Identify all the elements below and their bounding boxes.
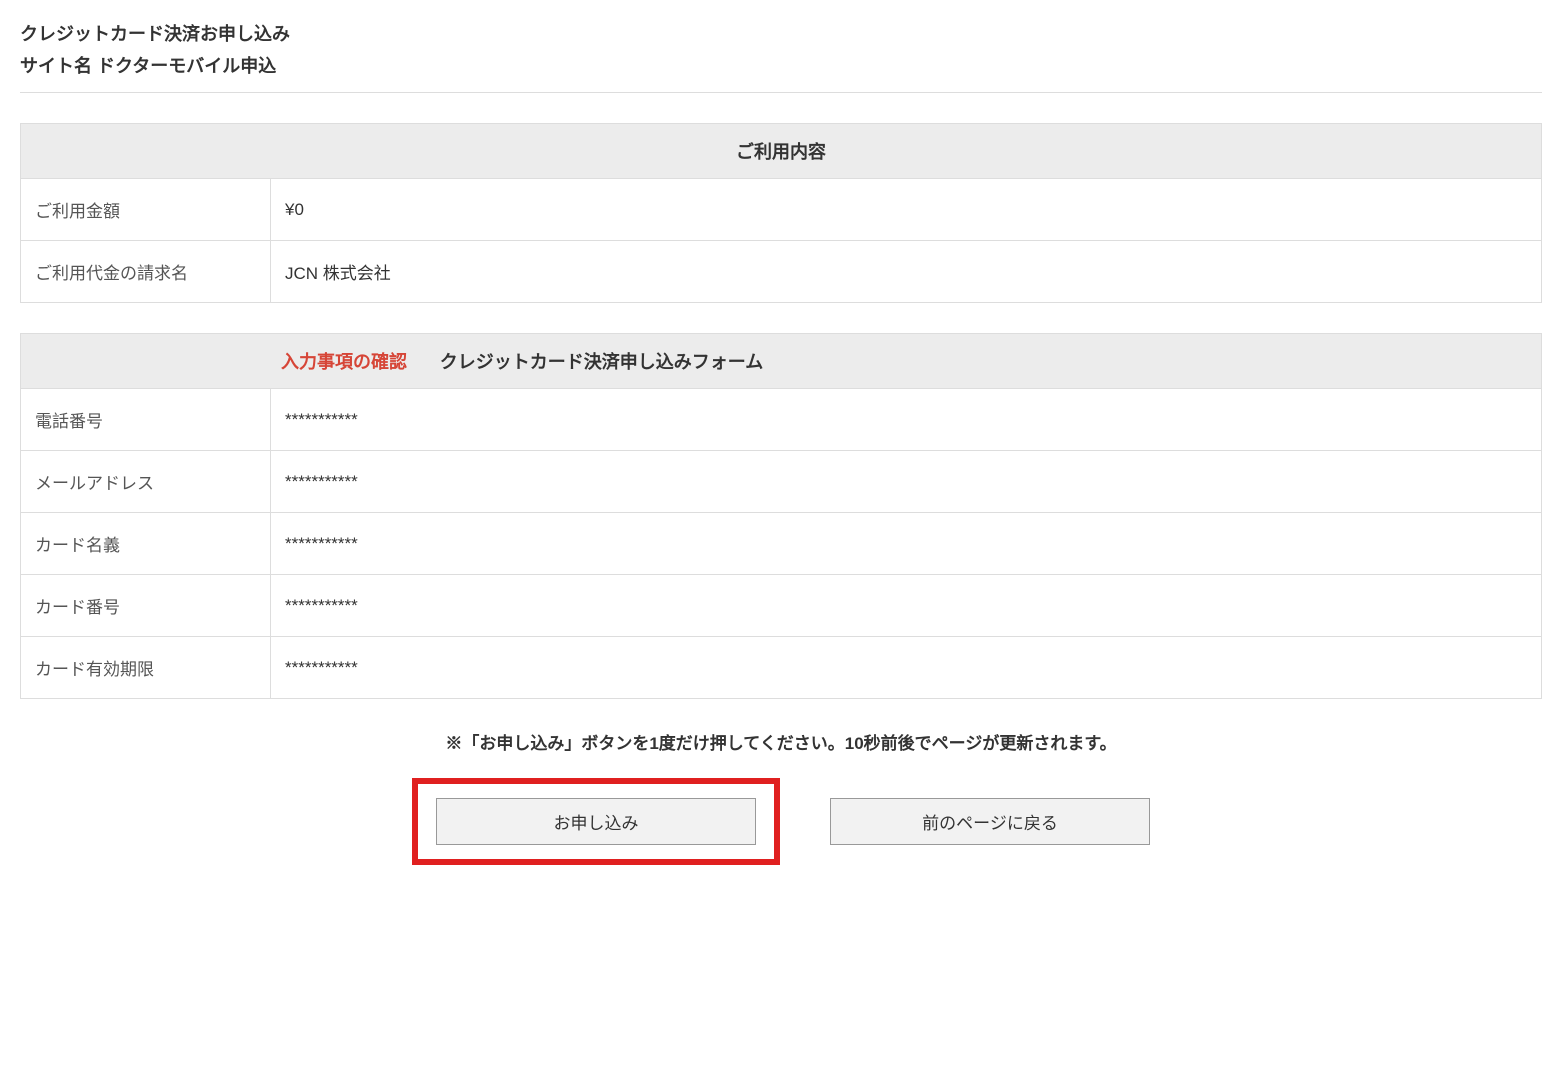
site-name: ドクターモバイル申込 [97, 56, 276, 76]
site-name-line: サイト名 ドクターモバイル申込 [20, 52, 1542, 78]
back-button[interactable]: 前のページに戻る [830, 798, 1150, 845]
table-row: ご利用金額 ¥0 [21, 179, 1542, 241]
page-title: クレジットカード決済お申し込み [20, 20, 1542, 46]
site-label: サイト名 [20, 56, 92, 76]
phone-label: 電話番号 [21, 389, 271, 451]
form-header-red: 入力事項の確認 [281, 348, 407, 374]
card-expiry-value: *********** [271, 637, 1542, 699]
usage-amount-value: ¥0 [271, 179, 1542, 241]
card-name-value: *********** [271, 513, 1542, 575]
phone-value: *********** [271, 389, 1542, 451]
email-value: *********** [271, 451, 1542, 513]
table-row: ご利用代金の請求名 JCN 株式会社 [21, 241, 1542, 303]
form-table: 入力事項の確認 クレジットカード決済申し込みフォーム 電話番号 ********… [20, 333, 1542, 699]
billing-name-label: ご利用代金の請求名 [21, 241, 271, 303]
submit-highlight-box: お申し込み [412, 778, 780, 865]
card-number-label: カード番号 [21, 575, 271, 637]
divider [20, 92, 1542, 93]
header-block: クレジットカード決済お申し込み サイト名 ドクターモバイル申込 [20, 20, 1542, 78]
table-row: 電話番号 *********** [21, 389, 1542, 451]
table-row: メールアドレス *********** [21, 451, 1542, 513]
billing-name-value: JCN 株式会社 [271, 241, 1542, 303]
button-row: お申し込み 前のページに戻る [20, 778, 1542, 865]
email-label: メールアドレス [21, 451, 271, 513]
card-expiry-label: カード有効期限 [21, 637, 271, 699]
form-header-black: クレジットカード決済申し込みフォーム [440, 348, 763, 374]
form-table-header: 入力事項の確認 クレジットカード決済申し込みフォーム [21, 334, 1542, 389]
usage-table: ご利用内容 ご利用金額 ¥0 ご利用代金の請求名 JCN 株式会社 [20, 123, 1542, 303]
usage-amount-label: ご利用金額 [21, 179, 271, 241]
notice-text: ※「お申し込み」ボタンを1度だけ押してください。10秒前後でページが更新されます… [20, 729, 1542, 754]
submit-button[interactable]: お申し込み [436, 798, 756, 845]
table-row: カード名義 *********** [21, 513, 1542, 575]
card-name-label: カード名義 [21, 513, 271, 575]
table-row: カード有効期限 *********** [21, 637, 1542, 699]
table-row: カード番号 *********** [21, 575, 1542, 637]
card-number-value: *********** [271, 575, 1542, 637]
usage-table-header: ご利用内容 [21, 124, 1542, 179]
